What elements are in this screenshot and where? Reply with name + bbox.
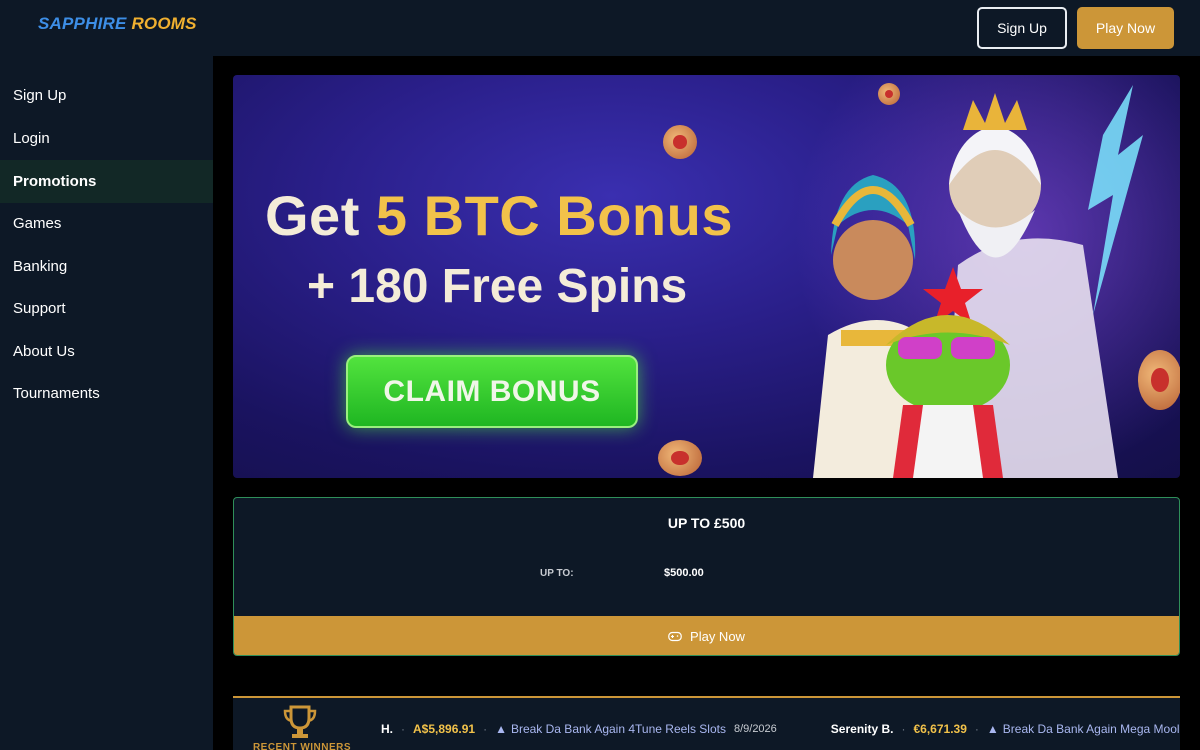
characters-illustration: [813, 85, 1143, 478]
sidebar-item-sign-up[interactable]: Sign Up: [0, 74, 213, 117]
separator: ·: [974, 722, 979, 736]
claim-bonus-button[interactable]: CLAIM BONUS: [346, 355, 638, 428]
brand-name-part2: ROOMS: [131, 14, 197, 33]
header-signup-button[interactable]: Sign Up: [977, 7, 1067, 49]
headline-prefix: Get: [265, 184, 376, 247]
winner-amount: A$5,896.91: [413, 722, 476, 736]
winner-game-link[interactable]: Break Da Bank Again Mega Moolah: [1003, 722, 1180, 736]
offer-label: UP TO:: [540, 568, 574, 579]
winner-name: Serenity B.: [830, 722, 894, 736]
trophy-icon: [283, 705, 317, 738]
offer-card: UP TO £500 UP TO: $500.00 Play Now: [233, 497, 1180, 656]
banner-headline-line2: + 180 Free Spins: [307, 260, 688, 313]
recent-winners-label: RECENT WINNERS: [252, 742, 352, 750]
separator: ·: [483, 722, 488, 736]
sidebar-item-promotions[interactable]: Promotions: [0, 160, 213, 203]
coin-icon: [663, 125, 697, 159]
winners-ticker: H. · A$5,896.91 · ▲ Break Da Bank Again …: [381, 722, 1180, 736]
brand-logo[interactable]: SAPPHIRE ROOMS: [38, 14, 197, 34]
winner-game-link[interactable]: Break Da Bank Again 4Tune Reels Slots: [511, 722, 726, 736]
offer-title: UP TO £500: [667, 515, 746, 531]
winner-date: 8/9/2026: [733, 723, 777, 735]
recent-winners-bar: RECENT WINNERS H. · A$5,896.91 · ▲ Break…: [233, 696, 1180, 750]
headline-highlight: 5 BTC Bonus: [375, 184, 733, 247]
winner-amount: €6,671.39: [913, 722, 967, 736]
winner-name: H.: [381, 722, 393, 736]
separator: ·: [901, 722, 906, 736]
sidebar-nav: Sign Up Login Promotions Games Banking S…: [0, 56, 213, 750]
banner-headline-line1: Get 5 BTC Bonus: [265, 183, 733, 248]
promo-banner[interactable]: Get 5 BTC Bonus + 180 Free Spins CLAIM B…: [233, 75, 1180, 478]
offer-play-label: Play Now: [690, 628, 745, 644]
top-header: SAPPHIRE ROOMS Sign Up Play Now: [0, 0, 1200, 56]
sidebar-item-games[interactable]: Games: [0, 202, 213, 245]
gamepad-icon: [668, 631, 682, 641]
brand-name-part1: SAPPHIRE: [38, 14, 127, 33]
sidebar-item-about-us[interactable]: About Us: [0, 330, 213, 373]
sidebar-item-login[interactable]: Login: [0, 117, 213, 160]
coin-icon: [658, 440, 702, 476]
header-play-now-button[interactable]: Play Now: [1077, 7, 1174, 49]
offer-play-now-button[interactable]: Play Now: [234, 616, 1179, 655]
separator: ·: [401, 722, 405, 736]
gamepad-icon: ▲: [495, 722, 507, 736]
sidebar-item-banking[interactable]: Banking: [0, 245, 213, 288]
sidebar-item-support[interactable]: Support: [0, 287, 213, 330]
offer-value: $500.00: [664, 567, 704, 579]
sidebar-item-tournaments[interactable]: Tournaments: [0, 372, 213, 415]
gamepad-icon: ▲: [986, 722, 999, 736]
